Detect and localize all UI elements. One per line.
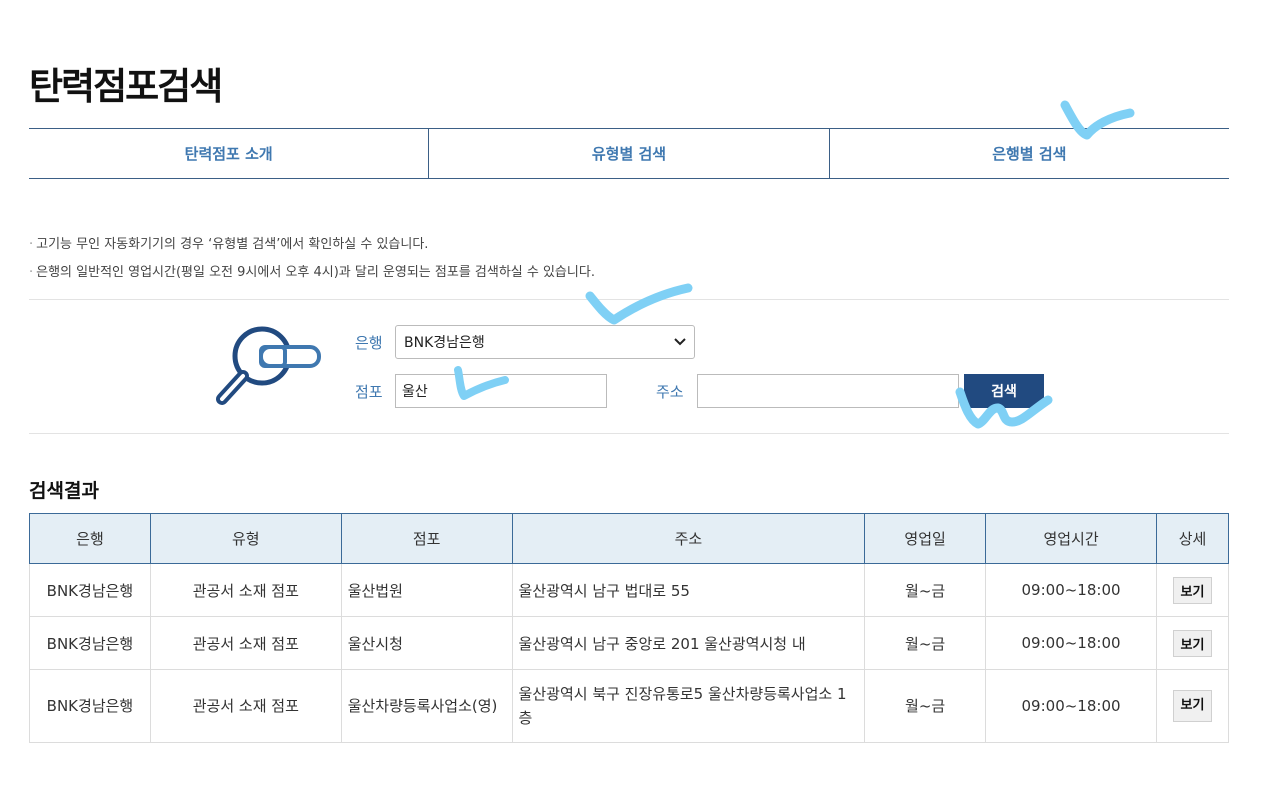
- cell-type: 관공서 소재 점포: [149, 669, 342, 743]
- page-title: 탄력점포검색: [29, 65, 223, 108]
- tab-search-by-bank[interactable]: 은행별 검색: [830, 129, 1229, 178]
- bank-label: 은행: [355, 334, 383, 352]
- cell-bank: BNK경남은행: [29, 669, 151, 743]
- table-row: BNK경남은행 관공서 소재 점포 울산법원 울산광역시 남구 법대로 55 월…: [29, 563, 1229, 617]
- cell-address: 울산광역시 남구 중앙로 201 울산광역시청 내: [511, 616, 866, 670]
- search-button[interactable]: 검색: [964, 374, 1044, 408]
- cell-branch: 울산시청: [340, 616, 513, 670]
- cell-detail: 보기: [1156, 563, 1229, 617]
- cell-bank: BNK경남은행: [29, 563, 151, 617]
- divider: [29, 299, 1229, 300]
- address-input[interactable]: [697, 374, 959, 408]
- table-header-row: 은행 유형 점포 주소 영업일 영업시간 상세: [29, 513, 1229, 564]
- branch-input[interactable]: [395, 374, 607, 408]
- tab-search-by-type[interactable]: 유형별 검색: [429, 129, 830, 178]
- chevron-down-icon: [674, 336, 686, 349]
- column-header: 영업일: [864, 513, 987, 564]
- view-button[interactable]: 보기: [1172, 690, 1213, 722]
- cell-hours: 09:00~18:00: [985, 669, 1157, 743]
- divider: [29, 433, 1229, 434]
- column-header: 유형: [149, 513, 342, 564]
- column-header: 은행: [29, 513, 151, 564]
- tab-intro[interactable]: 탄력점포 소개: [29, 129, 430, 178]
- results-title: 검색결과: [29, 480, 99, 502]
- notice-text: 은행의 일반적인 영업시간(평일 오전 9시에서 오후 4시)과 달리 운영되는…: [36, 265, 595, 280]
- results-table: 은행 유형 점포 주소 영업일 영업시간 상세 BNK경남은행 관공서 소재 점…: [29, 513, 1229, 743]
- cell-detail: 보기: [1156, 669, 1229, 743]
- cell-address: 울산광역시 남구 법대로 55: [511, 563, 866, 617]
- bank-select[interactable]: BNK경남은행: [395, 325, 695, 359]
- cell-type: 관공서 소재 점포: [149, 563, 342, 617]
- cell-type: 관공서 소재 점포: [149, 616, 342, 670]
- cell-branch: 울산차량등록사업소(영): [340, 669, 513, 743]
- branch-label: 점포: [355, 383, 383, 401]
- cell-bank: BNK경남은행: [29, 616, 151, 670]
- column-header: 영업시간: [985, 513, 1157, 564]
- view-button[interactable]: 보기: [1172, 629, 1213, 657]
- address-label: 주소: [656, 383, 684, 401]
- cell-hours: 09:00~18:00: [985, 563, 1157, 617]
- cell-days: 월~금: [864, 616, 987, 670]
- column-header: 주소: [511, 513, 866, 564]
- cell-detail: 보기: [1156, 616, 1229, 670]
- cell-hours: 09:00~18:00: [985, 616, 1157, 670]
- cell-branch: 울산법원: [340, 563, 513, 617]
- view-button[interactable]: 보기: [1172, 576, 1213, 604]
- notice-item: · 은행의 일반적인 영업시간(평일 오전 9시에서 오후 4시)과 달리 운영되…: [29, 265, 595, 280]
- cell-days: 월~금: [864, 669, 987, 743]
- tab-bar: 탄력점포 소개 유형별 검색 은행별 검색: [29, 128, 1229, 179]
- cell-address: 울산광역시 북구 진장유통로5 울산차량등록사업소 1층: [511, 669, 866, 743]
- notice-list: · 고기능 무인 자동화기기의 경우 ‘유형별 검색’에서 확인하실 수 있습니다…: [29, 231, 595, 287]
- column-header: 상세: [1156, 513, 1229, 564]
- notice-text: 고기능 무인 자동화기기의 경우 ‘유형별 검색’에서 확인하실 수 있습니다.: [36, 237, 429, 252]
- table-row: BNK경남은행 관공서 소재 점포 울산차량등록사업소(영) 울산광역시 북구 …: [29, 669, 1229, 743]
- cell-days: 월~금: [864, 563, 987, 617]
- column-header: 점포: [340, 513, 513, 564]
- magnifier-icon: [210, 322, 330, 412]
- table-row: BNK경남은행 관공서 소재 점포 울산시청 울산광역시 남구 중앙로 201 …: [29, 616, 1229, 670]
- checkmark-annotation-icon: [585, 283, 693, 325]
- notice-item: · 고기능 무인 자동화기기의 경우 ‘유형별 검색’에서 확인하실 수 있습니다…: [29, 237, 429, 252]
- bank-select-value: BNK경남은행: [404, 335, 485, 351]
